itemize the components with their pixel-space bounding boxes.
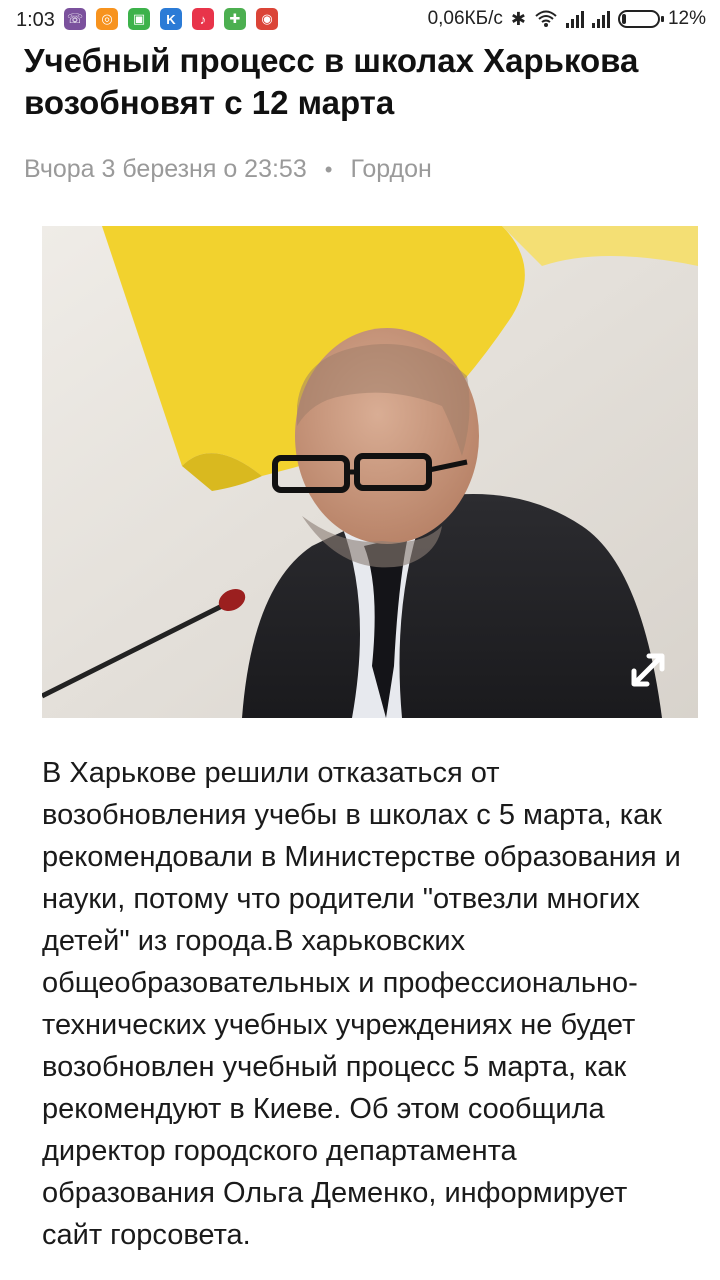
battery-percent: 12% [667, 8, 706, 29]
ok-app-icon: ◎ [96, 8, 118, 30]
article-body: В Харькове решили отказаться от возобнов… [42, 757, 681, 1251]
signal-icon [565, 10, 584, 28]
expand-photo-button[interactable] [622, 644, 674, 696]
status-time: 1:03 [16, 9, 55, 31]
bluetooth-icon: ✱ [510, 8, 526, 29]
k-app-icon: K [160, 8, 182, 30]
network-speed: 0,06КБ/с [427, 8, 503, 29]
music-app-icon: ♪ [192, 8, 214, 30]
status-indicators: 0,06КБ/с ✱ 12% [428, 8, 706, 30]
puzzle-app-icon: ✚ [224, 8, 246, 30]
photo-illustration [42, 226, 698, 718]
meta-separator: • [324, 156, 333, 182]
chrome-icon: ◉ [256, 8, 278, 30]
status-bar: 1:03 ☏ ◎ ▣ K ♪ ✚ ◉ 0,06КБ/с ✱ 12% [0, 0, 720, 40]
article-title: Учебный процесс в школах Харькова возобн… [24, 42, 639, 121]
signal-icon-2 [591, 10, 610, 28]
android-app-icon: ▣ [128, 8, 150, 30]
viber-icon: ☏ [64, 8, 86, 30]
article-source[interactable]: Гордон [350, 155, 431, 184]
article-meta: Вчора 3 березня о 23:53 • Гордон [24, 155, 432, 184]
expand-icon [631, 653, 665, 687]
article-photo[interactable] [42, 226, 698, 718]
battery-icon [617, 10, 664, 28]
wifi-icon [535, 10, 557, 27]
notification-icons: ☏ ◎ ▣ K ♪ ✚ ◉ [64, 8, 278, 30]
article-date: Вчора 3 березня о 23:53 [24, 155, 307, 183]
